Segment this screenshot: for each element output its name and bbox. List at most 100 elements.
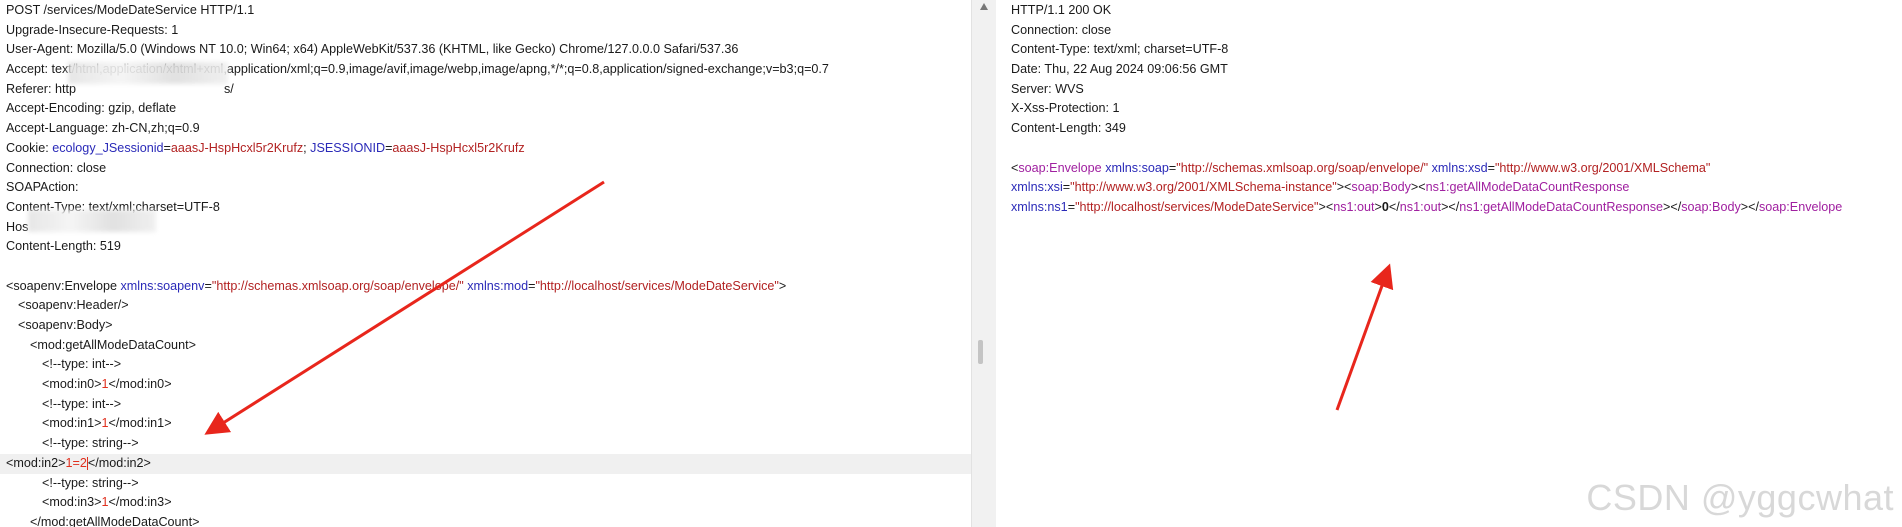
request-pane[interactable]: POST /services/ModeDateService HTTP/1.1 … [0,0,971,527]
xml-attr: xmlns:xsd [1431,160,1488,175]
xml-tag-close: > [778,278,787,293]
header-user-agent: User-Agent: Mozilla/5.0 (Windows NT 10.0… [6,42,739,57]
resp-header-xss: X-Xss-Protection: 1 [1011,101,1120,116]
xml-bracket: >< [1318,199,1334,214]
xml-bracket: ></ [1663,199,1682,214]
splitter-handle[interactable] [978,340,983,364]
xml-tag: <!--type: string--> [42,436,139,451]
xml-tag: </mod:in1> [108,416,172,431]
header-soapaction: SOAPAction: [6,180,79,195]
xml-tag: soap:Envelope [1018,160,1102,175]
redaction-blur [68,62,228,84]
xml-bracket: >< [1336,180,1352,195]
xml-tag: soap:Body [1681,199,1741,214]
xml-attr: xmlns:mod [467,278,529,293]
xml-tag: <mod:in1> [42,416,102,431]
xml-tag: ns1:out [1333,199,1375,214]
header-upgrade: Upgrade-Insecure-Requests: 1 [6,22,179,37]
xml-attr-value: "http://www.w3.org/2001/XMLSchema-instan… [1070,180,1337,195]
status-line: HTTP/1.1 200 OK [1011,3,1112,17]
xml-attr-value: "http://localhost/services/ModeDateServi… [535,278,779,293]
xml-attr-value: "http://schemas.xmlsoap.org/soap/envelop… [1176,160,1429,175]
xml-attr: xmlns:ns1 [1011,199,1068,214]
resp-header-content-type: Content-Type: text/xml; charset=UTF-8 [1011,42,1229,57]
xml-bracket: </ [1388,199,1400,214]
redaction-blur [28,210,156,232]
xml-body-line: <soapenv:Header/> [6,296,971,316]
xml-tag: <mod:in0> [42,377,102,392]
xml-attr-value: "http://localhost/services/ModeDateServi… [1075,199,1319,214]
header-cookie: Cookie: ecology_JSessionid=aaasJ-HspHcxl… [6,140,525,155]
param-value[interactable]: 1=2 [66,456,87,470]
resp-header-content-length: Content-Length: 349 [1011,121,1126,136]
xml-tag: <!--type: string--> [42,475,139,490]
result-value: 0 [1381,199,1389,214]
xml-tag: ns1:getAllModeDataCountResponse [1459,199,1664,214]
xml-bracket: ></ [1740,199,1759,214]
header-accept-language: Accept-Language: zh-CN,zh;q=0.9 [6,121,200,136]
referer-prefix: Referer: http [6,81,76,96]
xml-body-line: <mod:in3>1</mod:in3> [6,493,971,513]
xml-envelope-open: <soapenv:Envelope xmlns:soapenv="http://… [6,278,787,293]
cookie-value: aaasJ-HspHcxl5r2Krufz [392,140,525,155]
xml-tag: <soapenv:Body> [18,318,113,332]
xml-tag: </mod:in2> [87,455,151,470]
xml-tag: <soapenv:Header/> [18,298,129,313]
cookie-label: Cookie: [6,140,53,155]
request-line: POST /services/ModeDateService HTTP/1.1 [6,3,255,17]
watermark: CSDN @yggcwhat [1586,477,1894,518]
param-value[interactable]: 1 [102,416,109,430]
scroll-up-icon[interactable] [980,3,988,10]
header-content-length: Content-Length: 519 [6,239,121,254]
pane-splitter-scrollbar[interactable] [971,0,997,527]
xml-tag: ns1:out [1399,199,1442,214]
xml-attr: xmlns:xsi [1011,180,1063,195]
resp-header-date: Date: Thu, 22 Aug 2024 09:06:56 GMT [1011,62,1228,77]
xml-tag: ns1:getAllModeDataCountResponse [1425,180,1630,195]
param-value[interactable]: 1 [102,377,109,391]
xml-tag: </mod:in3> [108,495,172,510]
xml-tag: <mod:in2> [6,455,66,470]
xml-tag: <!--type: int--> [42,396,122,411]
xml-tag: soap:Envelope [1758,199,1843,214]
response-pane[interactable]: HTTP/1.1 200 OK Connection: close Conten… [996,0,1902,527]
xml-body-line: <mod:getAllModeDataCount> [6,336,971,356]
xml-bracket: >< [1410,180,1426,195]
xml-body-line: <!--type: string--> [6,434,971,454]
xml-tag: <mod:getAllModeDataCount> [30,337,196,352]
header-accept-encoding: Accept-Encoding: gzip, deflate [6,101,177,116]
xml-body-line: <mod:in0>1</mod:in0> [6,375,971,395]
param-value[interactable]: 1 [102,495,109,509]
xml-body-line: <!--type: int--> [6,355,971,375]
xml-tag: </mod:in0> [108,377,172,392]
xml-body-line: <soapenv:Body> [6,316,971,336]
resp-header-server: Server: WVS [1011,81,1084,96]
xml-tag: <mod:in3> [42,495,102,510]
xml-body-line: </mod:getAllModeDataCount> [6,513,971,527]
xml-attr: xmlns:soap [1105,160,1169,175]
resp-xml-line: <soap:Envelope xmlns:soap="http://schema… [1011,160,1711,175]
xml-tag: <!--type: int--> [42,357,122,372]
cookie-key: ecology_JSessionid [52,140,164,155]
xml-body-line: <!--type: int--> [6,395,971,415]
xml-body-line: <!--type: string--> [6,474,971,494]
xml-bracket: > [1374,199,1382,214]
cookie-value: aaasJ-HspHcxl5r2Krufz [170,140,304,155]
xml-body-line: <mod:in2>1=2</mod:in2> [0,453,971,474]
xml-tag: soap:Body [1351,180,1411,195]
resp-xml-line: xmlns:ns1="http://localhost/services/Mod… [1011,199,1843,214]
resp-xml-line: xmlns:xsi="http://www.w3.org/2001/XMLSch… [1011,180,1630,195]
header-connection: Connection: close [6,160,107,175]
response-viewer[interactable]: HTTP/1.1 200 OK Connection: close Conten… [1011,1,1842,218]
xml-attr-value: "http://www.w3.org/2001/XMLSchema" [1494,160,1711,175]
xml-tag: </mod:getAllModeDataCount> [30,514,200,527]
resp-header-connection: Connection: close [1011,22,1112,37]
cookie-key: JSESSIONID [310,140,386,155]
xml-bracket: ></ [1441,199,1460,214]
xml-attr: xmlns:soapenv [120,278,205,293]
xml-body-line: <mod:in1>1</mod:in1> [6,414,971,434]
xml-attr-value: "http://schemas.xmlsoap.org/soap/envelop… [211,278,464,293]
xml-tag: <soapenv:Envelope [6,278,121,293]
